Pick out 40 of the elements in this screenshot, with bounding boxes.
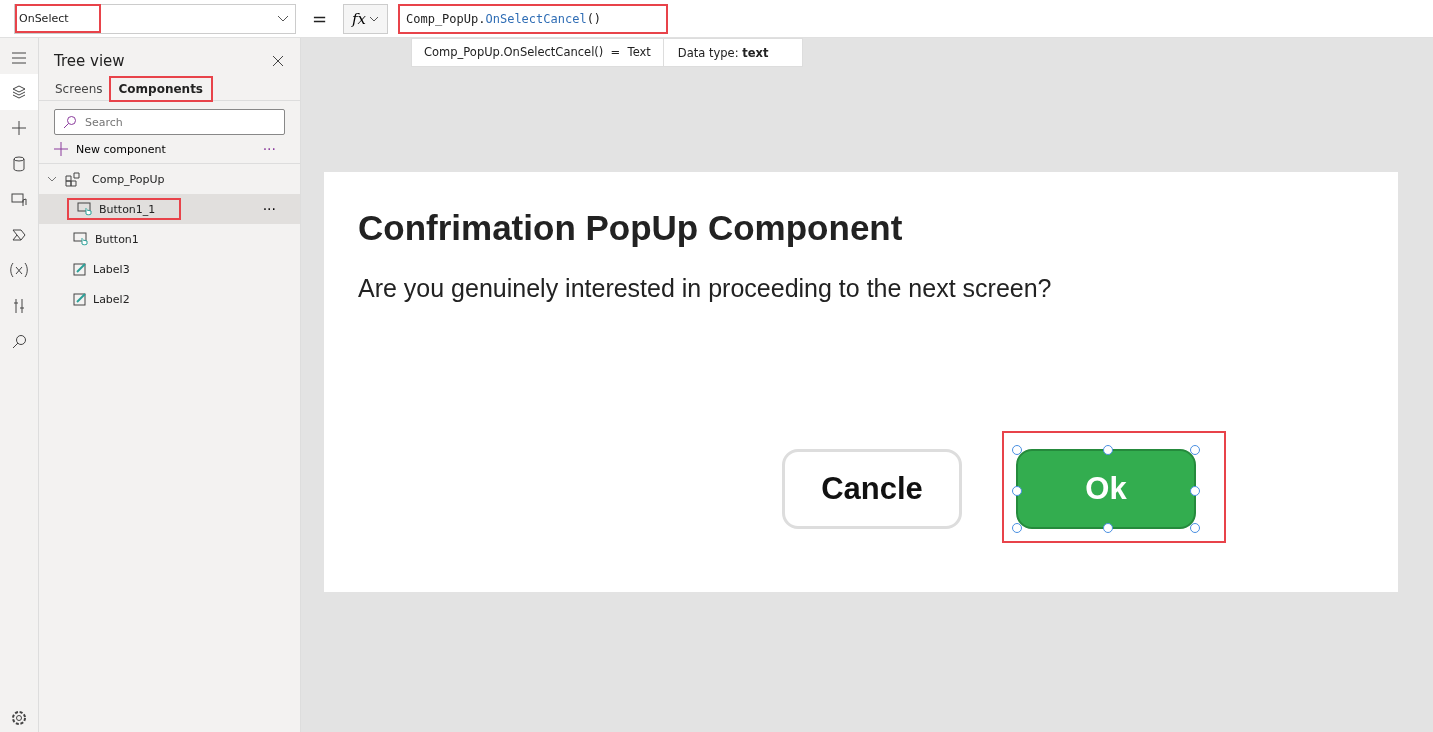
hint-expression: Comp_PopUp.OnSelectCancel() = Text — [412, 39, 664, 66]
flow-icon[interactable] — [11, 228, 27, 242]
tools-icon[interactable] — [12, 298, 26, 314]
tab[interactable]: Components — [110, 78, 211, 100]
tree-item[interactable]: Comp_PopUp — [39, 164, 300, 194]
tab[interactable]: Screens — [53, 78, 105, 100]
popup-title: Confrimation PopUp Component — [358, 208, 904, 248]
close-icon[interactable] — [272, 55, 284, 67]
button-control-icon — [73, 232, 89, 246]
panel-title: Tree view — [54, 52, 125, 70]
data-type-text: Data type: text — [676, 45, 770, 60]
plus-icon — [54, 142, 68, 156]
pencil-icon — [73, 262, 87, 276]
more-button[interactable]: ··· — [258, 201, 280, 217]
tree-item[interactable]: Button1_1 ··· — [39, 194, 300, 224]
formula-input[interactable]: Comp_PopUp.OnSelectCancel() — [398, 3, 668, 34]
pencil-icon — [73, 292, 87, 306]
tree-item[interactable]: Label2 — [39, 284, 300, 314]
layers-icon[interactable] — [11, 84, 27, 100]
search-icon — [63, 115, 77, 129]
chevron-down-icon — [369, 15, 379, 22]
settings-icon[interactable] — [11, 710, 27, 726]
property-dropdown[interactable]: OnSelect — [14, 3, 296, 34]
search-field[interactable]: Search — [54, 109, 285, 135]
chevron-down-icon — [276, 14, 289, 23]
popup-button[interactable]: Cancle — [782, 449, 962, 529]
fx-button[interactable]: fx — [343, 3, 388, 34]
search-icon[interactable] — [11, 334, 27, 350]
tree-item[interactable]: Button1 — [39, 224, 300, 254]
variable-icon[interactable] — [9, 262, 29, 278]
button-control-icon — [77, 202, 93, 216]
tree-item[interactable]: Label3 — [39, 254, 300, 284]
media-icon[interactable] — [11, 192, 27, 208]
more-button[interactable]: ··· — [258, 141, 280, 157]
popup-message: Are you genuinely interested in proceeding to the next screen? — [358, 274, 1053, 303]
chevron-down-icon[interactable] — [47, 175, 57, 183]
database-icon[interactable] — [12, 156, 26, 172]
new-component-button[interactable]: New component — [54, 142, 166, 156]
equals-sign: = — [310, 8, 328, 29]
component-icon — [65, 171, 80, 187]
